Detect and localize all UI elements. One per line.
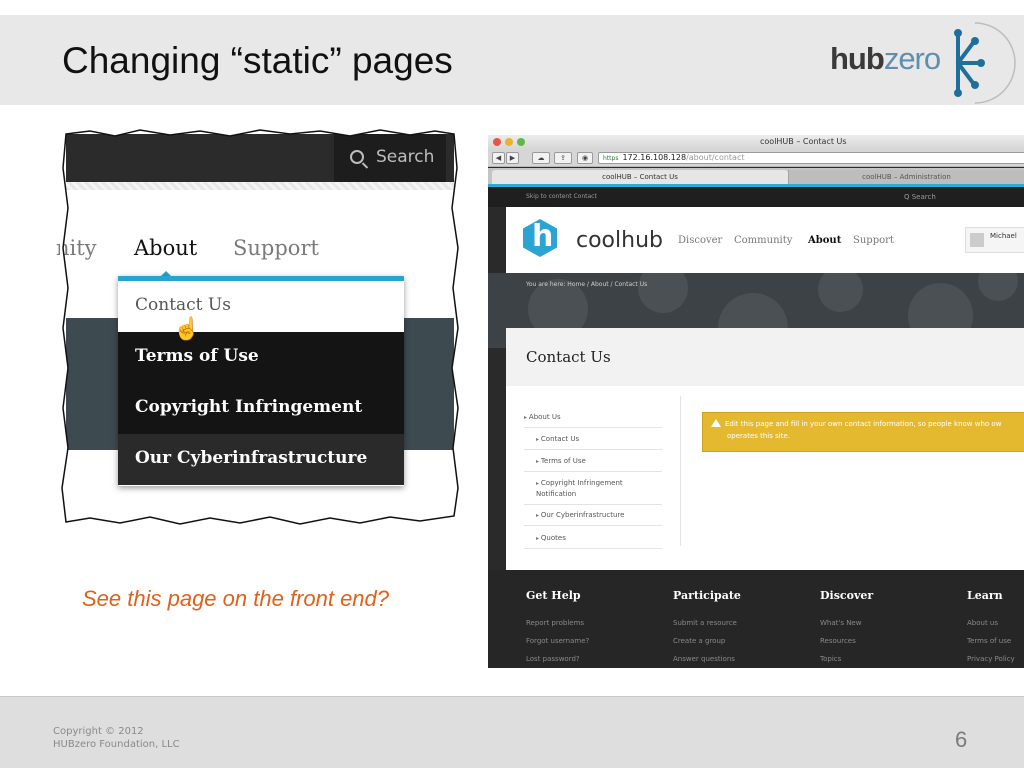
copyright: Copyright © 2012 HUBzero Foundation, LLC [53, 726, 180, 750]
sidebar-item-cyberinfrastructure[interactable]: Our Cyberinfrastructure [524, 510, 662, 526]
footer-link[interactable]: Report problems [526, 619, 584, 627]
back-button[interactable]: ◀ [492, 152, 505, 164]
footer-heading-get-help: Get Help [526, 589, 581, 602]
coolhub-logo-letter: h [532, 219, 554, 254]
zoom-window-icon[interactable] [517, 138, 525, 146]
slide-caption: See this page on the front end? [82, 586, 390, 611]
footer-link[interactable]: Topics [820, 655, 841, 663]
footer-link[interactable]: Forgot username? [526, 637, 589, 645]
site-search[interactable]: Q Search [904, 193, 936, 201]
avatar [970, 233, 984, 247]
site-footer: Get Help Report problems Forgot username… [488, 570, 1024, 668]
slide-title: Changing “static” pages [62, 40, 453, 81]
menu-screenshot: Search nity About Support Contact Us Ter… [56, 128, 460, 528]
page-body: About Us Contact Us Terms of Use Copyrig… [506, 386, 1024, 570]
footer-link[interactable]: What's New [820, 619, 861, 627]
footer-link[interactable]: Answer questions [673, 655, 735, 663]
footer-link[interactable]: Terms of use [967, 637, 1011, 645]
site-nav-about[interactable]: About [808, 235, 841, 246]
close-window-icon[interactable] [493, 138, 501, 146]
share-button[interactable]: ⇪ [554, 152, 572, 164]
site-nav-discover[interactable]: Discover [678, 235, 722, 246]
tab-administration[interactable]: coolHUB – Administration [788, 170, 1024, 184]
footer-heading-participate: Participate [673, 589, 741, 602]
logo-mark-icon [954, 22, 1016, 104]
sidebar-item-about-us[interactable]: About Us [524, 412, 662, 428]
footer-link[interactable]: About us [967, 619, 998, 627]
sidebar-item-copyright[interactable]: Copyright Infringement Notification [524, 478, 662, 505]
site-topbar: Skip to content Contact Q Search [488, 187, 1024, 207]
minimize-window-icon[interactable] [505, 138, 513, 146]
slide-header: Changing “static” pages hubzero [0, 15, 1024, 105]
footer-link[interactable]: Resources [820, 637, 856, 645]
footer-link[interactable]: Lost password? [526, 655, 580, 663]
footer-link[interactable]: Submit a resource [673, 619, 737, 627]
warning-banner: Edit this page and fill in your own cont… [702, 412, 1024, 452]
sidebar-item-quotes[interactable]: Quotes [524, 533, 662, 549]
footer-link[interactable]: Privacy Policy [967, 655, 1015, 663]
skip-links[interactable]: Skip to content Contact [526, 193, 597, 200]
torn-edge-frame [60, 128, 460, 528]
sidebar-divider [680, 396, 681, 546]
user-name: Michael [990, 232, 1017, 240]
icloud-button[interactable]: ☁ [532, 152, 550, 164]
forward-button[interactable]: ▶ [506, 152, 519, 164]
warning-icon [711, 419, 721, 427]
browser-toolbar: ◀ ▶ ☁ ⇪ ◉ https 172.16.108.128/about/cont… [488, 149, 1024, 167]
sidebar-item-contact-us[interactable]: Contact Us [524, 434, 662, 450]
tab-contact-us[interactable]: coolHUB – Contact Us [492, 170, 788, 184]
footer-link[interactable]: Create a group [673, 637, 725, 645]
footer-heading-discover: Discover [820, 589, 874, 602]
page-title: Contact Us [526, 348, 611, 366]
site-nav-support[interactable]: Support [853, 235, 894, 246]
breadcrumb[interactable]: You are here: Home / About / Contact Us [526, 281, 647, 288]
browser-tabs: coolHUB – Contact Us coolHUB – Administr… [488, 168, 1024, 184]
footer-heading-learn: Learn [967, 589, 1003, 602]
site-name[interactable]: coolhub [576, 228, 663, 253]
browser-titlebar: coolHUB – Contact Us [488, 135, 1024, 149]
hubzero-logo: hubzero [830, 15, 1024, 105]
page-number: 6 [955, 727, 968, 752]
site-identity-icon[interactable]: ◉ [577, 152, 593, 164]
sidebar-item-terms-of-use[interactable]: Terms of Use [524, 456, 662, 472]
page-title-bar: Contact Us [506, 328, 1024, 386]
browser-screenshot: coolHUB – Contact Us ◀ ▶ ☁ ⇪ ◉ https 172.… [488, 135, 1024, 668]
window-title: coolHUB – Contact Us [760, 137, 847, 146]
site-nav-community[interactable]: Community [734, 235, 792, 246]
slide-footer: Copyright © 2012 HUBzero Foundation, LLC… [0, 696, 1024, 768]
site-header: h coolhub Discover Community About Suppo… [506, 207, 1024, 273]
url-bar[interactable]: https 172.16.108.128/about/contact [598, 152, 1024, 164]
user-account[interactable]: Michael [965, 227, 1024, 253]
